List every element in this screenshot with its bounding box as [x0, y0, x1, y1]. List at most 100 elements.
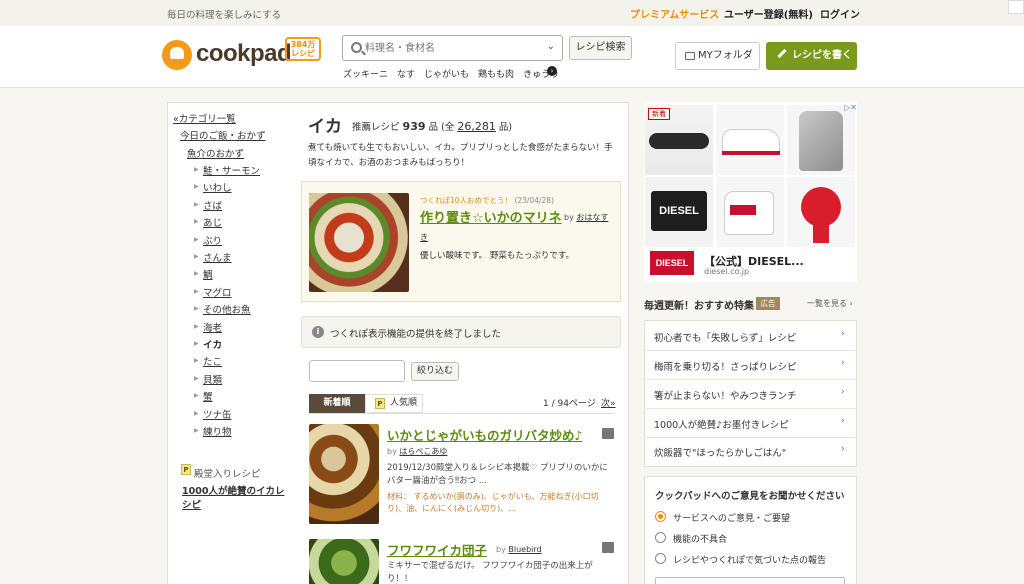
divider — [646, 350, 857, 351]
subcategory-link[interactable]: ぶり — [203, 233, 222, 247]
stats-total-prefix: (全 — [441, 122, 455, 133]
category-description: 煮ても焼いても生でもおいしい、イカ。プリプリっとした食感がたまらない！手頃なイカ… — [308, 143, 613, 168]
sort-new-tab[interactable]: 新着順 — [309, 394, 365, 413]
recipe-title[interactable]: いかとじゃがいものガリバタ炒め♪ — [387, 425, 582, 444]
ad-product-image-backpack[interactable] — [787, 105, 855, 175]
featured-note-text: つくれぽ10人おめでとう！ — [420, 196, 513, 205]
weekly-item[interactable]: 炊飯器で"ほったらかしごはん" — [654, 445, 786, 459]
divider — [309, 413, 614, 414]
subcategory-link[interactable]: ツナ缶 — [203, 407, 232, 421]
weekly-item[interactable]: 箸が止まらない！やみつきランチ — [654, 388, 797, 402]
category-parent-link[interactable]: 今日のご飯・おかず — [180, 128, 266, 142]
subcategory-link[interactable]: その他お魚 — [203, 302, 251, 316]
subcategory-link[interactable]: さんま — [203, 250, 232, 264]
ad-choices-icon[interactable]: ▷✕ — [835, 103, 857, 114]
watch-strap — [813, 223, 829, 243]
featured-recipe-title[interactable]: 作り置き☆いかのマリネ — [420, 207, 562, 226]
cookpad-logo-text[interactable]: cookpad — [196, 40, 292, 68]
keyword-link[interactable]: じゃがいも — [424, 70, 469, 80]
hall-of-fame-link[interactable]: 1000人が絶賛のイカレシピ — [182, 485, 288, 513]
recipe-author-link[interactable]: Bluebird — [508, 545, 541, 554]
category-list-link[interactable]: «カテゴリ一覧 — [173, 111, 236, 125]
feedback-radio[interactable] — [655, 553, 666, 564]
category-parent-link[interactable]: 魚介のおかず — [187, 146, 244, 160]
chevron-down-icon[interactable]: ⌄ — [547, 41, 555, 52]
feedback-radio[interactable] — [655, 511, 666, 522]
weekly-item[interactable]: 1000人が絶賛♪お墨付きレシピ — [654, 417, 789, 431]
chevron-right-icon: ▶ — [194, 270, 199, 278]
ad-product-image-hightop[interactable] — [716, 177, 784, 247]
next-page-link[interactable]: 次» — [601, 396, 616, 409]
chevron-right-icon: ▶ — [194, 253, 199, 260]
subcategory-link[interactable]: あじ — [203, 215, 222, 229]
ad-product-image-bag[interactable]: DIESEL — [645, 177, 713, 247]
stats-total-link[interactable]: 26,281 — [457, 120, 496, 133]
subcategory-link[interactable]: 鮭・サーモン — [203, 163, 260, 177]
stats-count: 939 — [402, 120, 426, 133]
subcategory-link[interactable]: 貝類 — [203, 372, 222, 386]
feedback-field[interactable] — [655, 577, 845, 584]
myfolder-label: MYフォルダ — [698, 50, 753, 61]
chevron-right-icon[interactable]: › — [841, 329, 845, 339]
subcategory-link[interactable]: 海老 — [203, 320, 222, 334]
feedback-radio[interactable] — [655, 532, 666, 543]
featured-author-link-cont[interactable]: き — [420, 232, 428, 243]
new-tag: 新着 — [648, 108, 670, 120]
subcategory-link[interactable]: イカ — [203, 337, 222, 351]
register-link[interactable]: ユーザー登録(無料) — [724, 6, 813, 21]
recipe-search-button[interactable]: レシピ検索 — [569, 36, 632, 60]
login-link[interactable]: ログイン — [820, 6, 860, 21]
weekly-item[interactable]: 梅雨を乗り切る！さっぱりレシピ — [654, 359, 797, 373]
save-recipe-icon[interactable] — [602, 428, 614, 439]
subcategory-link[interactable]: さば — [203, 198, 222, 212]
feedback-option-label[interactable]: 機能の不具合 — [673, 532, 727, 545]
feedback-option-label[interactable]: サービスへのご意見・ご要望 — [673, 511, 790, 524]
chevron-right-icon[interactable]: › — [841, 444, 845, 454]
filter-button[interactable]: 絞り込む — [411, 362, 459, 381]
subcategory-link[interactable]: 鯛 — [203, 267, 213, 281]
sort-popular-tab[interactable]: P 人気順 — [365, 394, 423, 413]
subcategory-link[interactable]: 蟹 — [203, 389, 213, 403]
stats-unit: 品 — [428, 122, 439, 133]
chevron-right-icon[interactable]: › — [841, 387, 845, 397]
cookpad-logo-icon[interactable] — [162, 40, 192, 70]
save-recipe-icon[interactable] — [602, 542, 614, 553]
keyword-link[interactable]: なす — [397, 70, 415, 80]
keyword-link[interactable]: ズッキーニ — [343, 70, 388, 80]
see-all-label: 一覧を見る — [807, 299, 847, 308]
divider — [646, 379, 857, 380]
keyword-link[interactable]: 鶏もも肉 — [478, 70, 514, 80]
sneaker-sole — [722, 151, 780, 155]
hall-of-fame-label: 殿堂入りレシピ — [194, 469, 261, 480]
recipe-title[interactable]: フワフワイカ団子 — [387, 540, 487, 559]
chevron-right-icon[interactable]: › — [841, 416, 845, 426]
featured-author-link[interactable]: おはなす — [576, 213, 608, 222]
feedback-option-label[interactable]: レシピやつくれぽで気づいた点の報告 — [673, 553, 826, 566]
recipe-author-link[interactable]: はらぺこあゆ — [399, 447, 447, 456]
myfolder-button[interactable]: MYフォルダ — [675, 42, 760, 70]
recipe-image[interactable] — [309, 424, 379, 524]
weekly-item[interactable]: 初心者でも「失敗しらず」レシピ — [654, 330, 796, 344]
subcategory-link[interactable]: いわし — [203, 180, 232, 194]
subcategory-link[interactable]: 練り物 — [203, 424, 232, 438]
search-input[interactable] — [365, 39, 535, 57]
recipe-desc: 2019/12/30殿堂入り＆レシピ本掲載♡ プリプリのいかにバター醤油が合う‼… — [387, 463, 608, 486]
chevron-right-icon[interactable]: › — [547, 66, 557, 76]
notice-text: つくれぽ表示機能の提供を終了しました — [330, 329, 502, 340]
subcategory-link[interactable]: マグロ — [203, 285, 232, 299]
subcategory-link[interactable]: たこ — [203, 354, 222, 368]
premium-service-link[interactable]: プレミアムサービス — [630, 6, 719, 21]
featured-recipe-image[interactable] — [309, 193, 409, 292]
chevron-right-icon[interactable]: › — [841, 358, 845, 368]
ad-product-image-sneaker[interactable] — [716, 105, 784, 175]
weekly-features-list: 初心者でも「失敗しらず」レシピ › 梅雨を乗り切る！さっぱりレシピ › 箸が止ま… — [644, 320, 857, 467]
ad-product-image-watch[interactable] — [787, 177, 855, 247]
see-all-link[interactable]: 一覧を見る › — [807, 298, 853, 309]
filter-input[interactable] — [309, 360, 405, 382]
write-recipe-button[interactable]: レシピを書く — [766, 42, 857, 70]
chevron-right-icon: ▶ — [194, 183, 199, 191]
diesel-logo[interactable]: DIESEL — [650, 251, 694, 275]
recipe-image[interactable] — [309, 539, 379, 584]
recipe-stats: 推薦レシピ 939 品 (全 26,281 品) — [352, 119, 512, 133]
backpack-shape — [799, 111, 843, 171]
